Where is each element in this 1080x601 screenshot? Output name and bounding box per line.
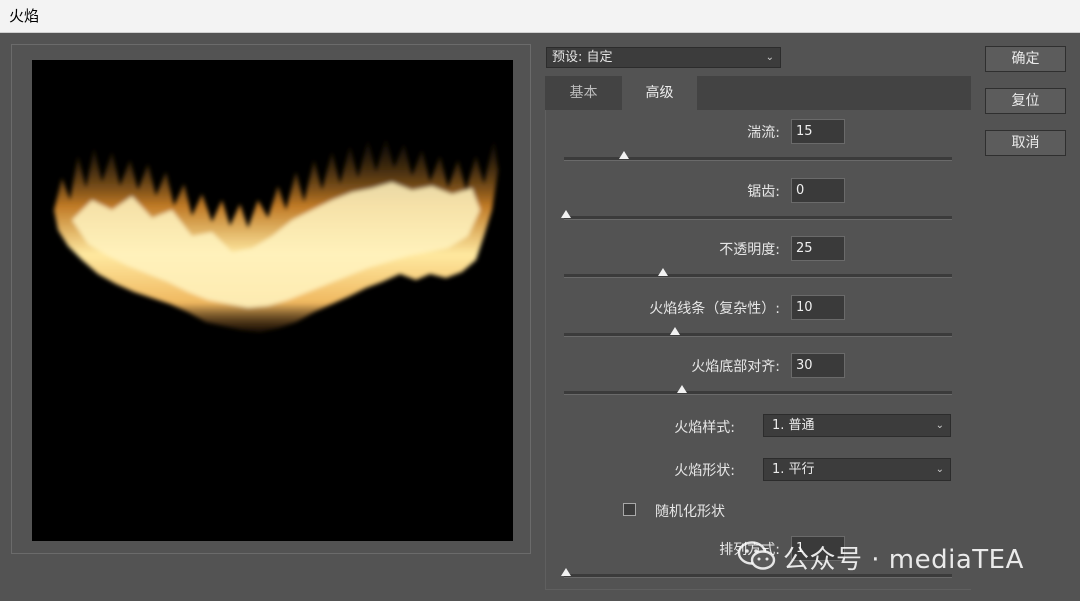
wechat-icon [737, 540, 777, 579]
slider-thumb[interactable] [619, 151, 630, 159]
turbulence-input[interactable]: 15 [791, 119, 845, 144]
jag-label: 锯齿: [747, 184, 780, 200]
ok-button[interactable]: 确定 [985, 46, 1066, 72]
slider-thumb[interactable] [658, 268, 668, 276]
tab-advanced[interactable]: 高级 [622, 76, 697, 110]
bottom-align-slider[interactable] [564, 385, 952, 395]
slider-thumb[interactable] [561, 210, 571, 218]
preset-dropdown[interactable]: 预设: 自定 ⌄ [546, 47, 781, 68]
bottom-align-input[interactable]: 30 [791, 353, 845, 378]
watermark-text: 公众号 · mediaTEA [783, 545, 1024, 575]
window-title: 火焰 [0, 0, 1080, 33]
randomize-shape-checkbox[interactable] [623, 503, 636, 516]
tab-bar: 基本 高级 [545, 76, 971, 110]
preset-label: 预设: 自定 [552, 50, 613, 65]
flame-preview [32, 60, 513, 541]
flame-lines-input[interactable]: 10 [791, 295, 845, 320]
slider-thumb[interactable] [677, 385, 688, 393]
flame-lines-slider[interactable] [564, 327, 952, 337]
chevron-down-icon: ⌄ [935, 464, 944, 475]
chevron-down-icon: ⌄ [765, 52, 774, 63]
slider-thumb[interactable] [561, 568, 571, 576]
bottom-align-label: 火焰底部对齐: [691, 359, 780, 375]
randomize-shape-label: 随机化形状 [655, 504, 725, 520]
flame-lines-label: 火焰线条（复杂性）: [649, 301, 780, 317]
jag-slider[interactable] [561, 210, 952, 220]
jag-input[interactable]: 0 [791, 178, 845, 203]
turbulence-slider[interactable] [564, 151, 952, 161]
flame-style-dropdown[interactable]: 1. 普通 ⌄ [763, 414, 951, 437]
chevron-down-icon: ⌄ [935, 420, 944, 431]
cancel-button[interactable]: 取消 [985, 130, 1066, 156]
flame-shape-value: 1. 平行 [772, 462, 815, 477]
reset-button[interactable]: 复位 [985, 88, 1066, 114]
flame-shape-dropdown[interactable]: 1. 平行 ⌄ [763, 458, 951, 481]
flame-preview-image [54, 138, 498, 332]
turbulence-label: 湍流: [747, 125, 780, 141]
opacity-slider[interactable] [564, 268, 952, 278]
watermark: 公众号 · mediaTEA [737, 539, 1024, 575]
opacity-input[interactable]: 25 [791, 236, 845, 261]
flame-style-value: 1. 普通 [772, 418, 815, 433]
slider-thumb[interactable] [669, 327, 680, 335]
flame-style-label: 火焰样式: [674, 420, 735, 436]
tab-basic[interactable]: 基本 [545, 76, 622, 110]
flame-shape-label: 火焰形状: [674, 463, 735, 479]
opacity-label: 不透明度: [719, 242, 780, 258]
